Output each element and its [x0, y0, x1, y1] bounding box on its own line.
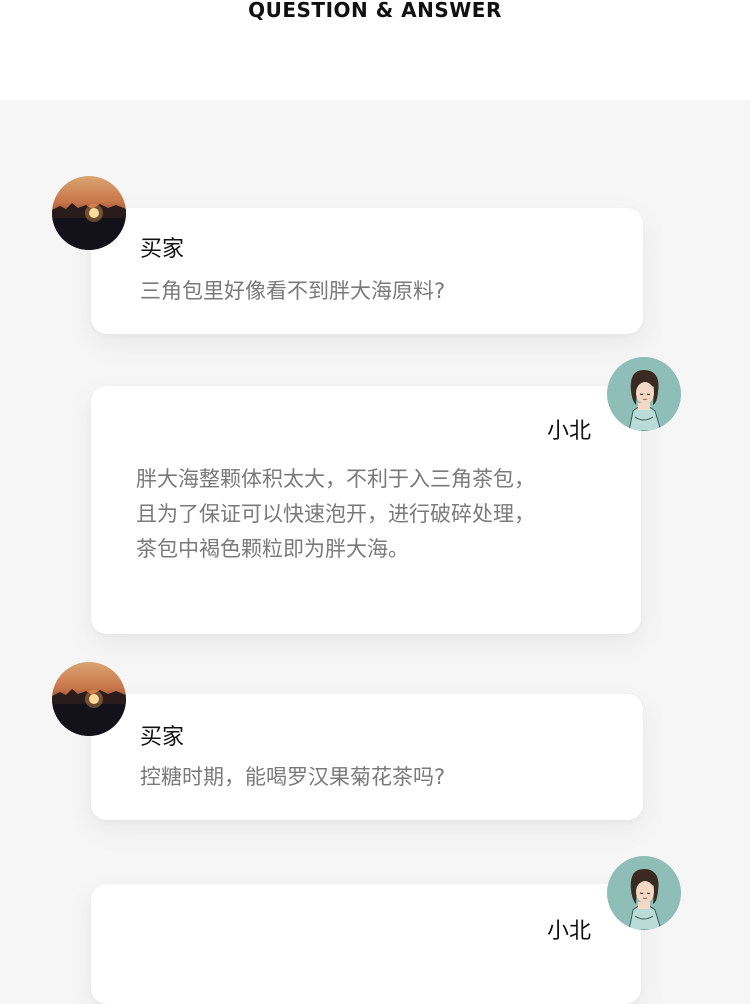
message-text: 胖大海整颗体积太大，不利于入三角茶包， 且为了保证可以快速泡开，进行破碎处理， …	[136, 467, 535, 561]
buyer-question-card: 买家 三角包里好像看不到胖大海原料?	[91, 208, 643, 334]
speaker-name-buyer: 买家	[140, 725, 185, 750]
seller-answer-card: 小北 胖大海整颗体积太大，不利于入三角茶包， 且为了保证可以快速泡开，进行破碎处…	[91, 386, 641, 634]
page-title: QUESTION & ANSWER	[248, 0, 502, 22]
seller-answer-card: 小北	[91, 884, 641, 1004]
seller-avatar-icon	[607, 856, 681, 930]
speaker-name-buyer: 买家	[140, 237, 185, 262]
seller-avatar-icon	[607, 357, 681, 431]
speaker-name-seller: 小北	[546, 919, 591, 944]
buyer-avatar-icon	[52, 176, 126, 250]
message-text: 三角包里好像看不到胖大海原料?	[140, 279, 446, 303]
buyer-avatar-icon	[52, 662, 126, 736]
buyer-question-card: 买家 控糖时期，能喝罗汉果菊花茶吗?	[91, 694, 643, 820]
speaker-name-seller: 小北	[546, 419, 591, 444]
message-text: 控糖时期，能喝罗汉果菊花茶吗?	[140, 765, 446, 789]
